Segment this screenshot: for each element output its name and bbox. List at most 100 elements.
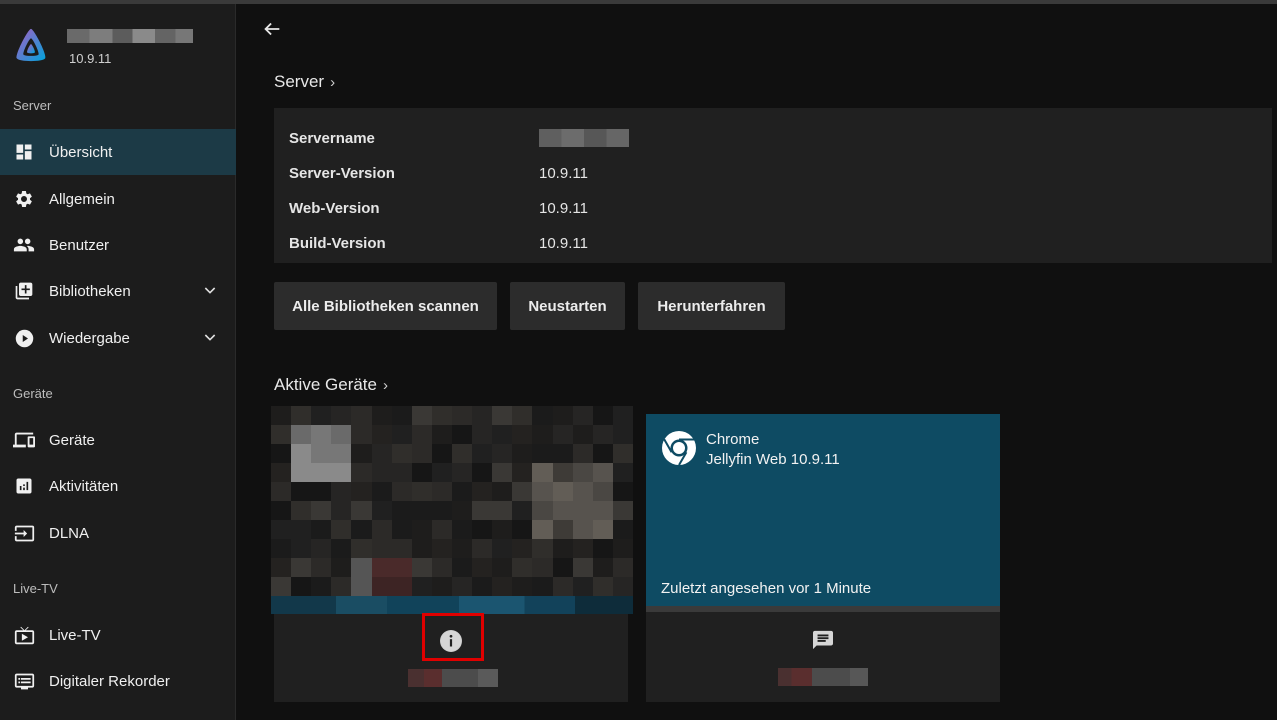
- thumbnail-pixel: [271, 444, 292, 463]
- sidebar-item-label: Geräte: [49, 431, 95, 449]
- thumbnail-pixel: [451, 558, 473, 577]
- thumbnail-pixel: [331, 501, 352, 520]
- thumbnail-pixel: [271, 463, 292, 482]
- thumbnail-pixel: [411, 501, 432, 520]
- thumbnail-pixel: [431, 539, 452, 558]
- server-section-heading[interactable]: Server ›: [274, 72, 335, 92]
- thumbnail-pixel: [271, 482, 292, 501]
- thumbnail-pixel: [572, 501, 593, 520]
- thumbnail-pixel: [371, 501, 392, 520]
- thumbnail-pixel: [532, 577, 553, 596]
- thumbnail-pixel: [451, 520, 473, 539]
- thumbnail-pixel: [431, 520, 452, 539]
- sidebar-item-overview[interactable]: Übersicht: [0, 129, 236, 175]
- sidebar-item-label: DLNA: [49, 524, 90, 542]
- sidebar-item-recorder[interactable]: Digitaler Rekorder: [0, 658, 236, 704]
- thumbnail-pixel: [291, 406, 312, 425]
- thumbnail-pixel: [331, 406, 352, 425]
- device-app-version: Jellyfin Web 10.9.11: [706, 451, 840, 468]
- thumbnail-pixel: [472, 558, 493, 577]
- thumbnail-pixel: [391, 444, 412, 463]
- sidebar-item-users[interactable]: Benutzer: [0, 222, 236, 268]
- server-name-redacted: [67, 29, 193, 43]
- thumbnail-pixel: [391, 406, 412, 425]
- thumbnail-pixel: [351, 558, 372, 577]
- scan-all-libraries-button[interactable]: Alle Bibliotheken scannen: [274, 282, 497, 330]
- sidebar-item-devices[interactable]: Geräte: [0, 417, 236, 463]
- thumbnail-pixel: [311, 558, 332, 577]
- thumbnail-pixel: [552, 520, 573, 539]
- thumbnail-pixel: [311, 539, 332, 558]
- thumbnail-pixel: [472, 501, 493, 520]
- sidebar-item-libraries[interactable]: Bibliotheken: [0, 268, 236, 314]
- thumbnail-pixel: [532, 463, 553, 482]
- thumbnail-pixel: [431, 501, 452, 520]
- thumbnail-pixel: [271, 425, 292, 444]
- thumbnail-pixel: [411, 577, 432, 596]
- sidebar-item-label: Allgemein: [49, 190, 115, 208]
- device-card-1-image[interactable]: [271, 406, 633, 596]
- thumbnail-pixel: [532, 501, 553, 520]
- sidebar-item-livetv[interactable]: Live-TV: [0, 612, 236, 658]
- thumbnail-pixel: [552, 539, 573, 558]
- info-value: 10.9.11: [539, 234, 588, 252]
- thumbnail-pixel: [431, 406, 452, 425]
- thumbnail-pixel: [512, 520, 533, 539]
- thumbnail-pixel: [592, 577, 613, 596]
- sidebar: 10.9.11 Server Übersicht Allgemein Benut…: [0, 4, 236, 720]
- sidebar-item-general[interactable]: Allgemein: [0, 176, 236, 222]
- thumbnail-pixel: [492, 406, 513, 425]
- info-key: Servername: [289, 129, 375, 147]
- thumbnail-pixel: [612, 482, 633, 501]
- server-info-row: Servername: [289, 128, 629, 148]
- brand[interactable]: 10.9.11: [12, 24, 222, 70]
- thumbnail-pixel: [351, 577, 372, 596]
- thumbnail-pixel: [311, 520, 332, 539]
- thumbnail-pixel: [291, 539, 312, 558]
- sidebar-item-label: Wiedergabe: [49, 329, 130, 347]
- thumbnail-pixel: [351, 444, 372, 463]
- device-card-2[interactable]: Chrome Jellyfin Web 10.9.11 Zuletzt ange…: [646, 414, 1000, 606]
- thumbnail-pixel: [492, 482, 513, 501]
- devices-heading-label: Aktive Geräte: [274, 375, 377, 394]
- thumbnail-pixel: [331, 539, 352, 558]
- active-devices-heading[interactable]: Aktive Geräte ›: [274, 375, 388, 395]
- thumbnail-pixel: [271, 539, 292, 558]
- back-arrow-icon[interactable]: [261, 18, 283, 40]
- thumbnail-pixel: [451, 425, 473, 444]
- thumbnail-pixel: [391, 577, 412, 596]
- thumbnail-pixel: [391, 558, 412, 577]
- device-card-2-footer: [646, 612, 1000, 702]
- message-icon[interactable]: [812, 630, 834, 650]
- thumbnail-pixel: [371, 558, 392, 577]
- thumbnail-pixel: [411, 558, 432, 577]
- thumbnail-pixel: [411, 520, 432, 539]
- server-info-row: Build-Version 10.9.11: [289, 233, 588, 253]
- thumbnail-pixel: [572, 463, 593, 482]
- thumbnail-pixel: [431, 463, 452, 482]
- shutdown-button[interactable]: Herunterfahren: [638, 282, 785, 330]
- thumbnail-pixel: [371, 482, 392, 501]
- thumbnail-pixel: [351, 425, 372, 444]
- thumbnail-pixel: [311, 425, 332, 444]
- thumbnail-pixel: [552, 463, 573, 482]
- thumbnail-pixel: [612, 425, 633, 444]
- thumbnail-pixel: [331, 577, 352, 596]
- thumbnail-pixel: [431, 577, 452, 596]
- thumbnail-pixel: [291, 520, 312, 539]
- thumbnail-pixel: [451, 539, 473, 558]
- section-label-server: Server: [13, 98, 52, 113]
- sidebar-item-playback[interactable]: Wiedergabe: [0, 315, 236, 361]
- input-icon: [13, 522, 35, 544]
- restart-button[interactable]: Neustarten: [510, 282, 625, 330]
- sidebar-item-activity[interactable]: Aktivitäten: [0, 463, 236, 509]
- thumbnail-pixel: [311, 463, 332, 482]
- sidebar-item-dlna[interactable]: DLNA: [0, 510, 236, 556]
- thumbnail-pixel: [271, 501, 292, 520]
- thumbnail-pixel: [291, 501, 312, 520]
- thumbnail-pixel: [512, 539, 533, 558]
- thumbnail-pixel: [612, 463, 633, 482]
- server-heading-label: Server: [274, 72, 325, 91]
- thumbnail-pixel: [472, 539, 493, 558]
- thumbnail-pixel: [592, 558, 613, 577]
